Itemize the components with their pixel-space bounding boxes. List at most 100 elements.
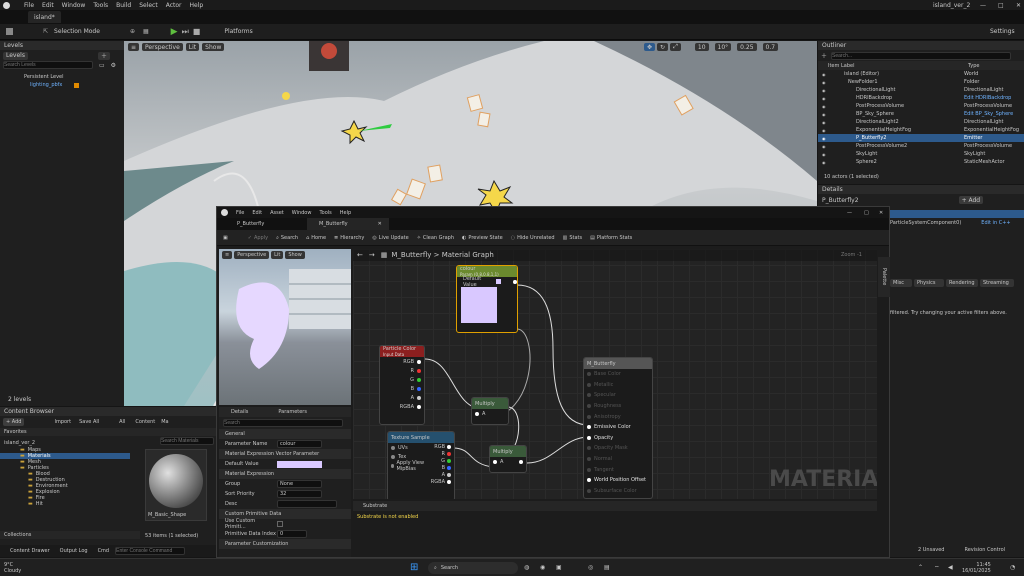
component-name[interactable]: ParticleSystemComponent0): [890, 220, 961, 226]
filter-rendering[interactable]: Rendering: [946, 279, 978, 287]
gear-icon[interactable]: ⚙: [111, 62, 116, 69]
cb-path-content[interactable]: Content: [135, 419, 155, 425]
substrate-tab[interactable]: Substrate: [363, 503, 387, 509]
mat-toolbar-preview-state-button[interactable]: ◐ Preview State: [462, 235, 503, 241]
pin-mult2-a[interactable]: [493, 459, 497, 464]
preview-show[interactable]: Show: [285, 251, 305, 259]
outliner-row[interactable]: ◉ ExponentialHeightFog ExponentialHeightFo…: [818, 126, 1024, 134]
mat-menu-file[interactable]: File: [236, 210, 244, 216]
close-icon[interactable]: ✕: [1016, 2, 1021, 9]
palette-tab[interactable]: Palette: [878, 257, 890, 297]
mat-menu-window[interactable]: Window: [292, 210, 312, 216]
blueprint-icon[interactable]: ▦: [143, 28, 149, 35]
mat-menu-help[interactable]: Help: [340, 210, 351, 216]
tex-in-pin-dot[interactable]: [391, 454, 395, 459]
mat-maximize-icon[interactable]: □: [864, 210, 869, 216]
node-particle-color[interactable]: Particle Color Input Data RGB R G B A RGBA: [379, 345, 425, 425]
app-icon-3[interactable]: ▣: [556, 564, 562, 571]
section-mat-expression[interactable]: Material Expression: [219, 469, 351, 479]
result-pin-dot[interactable]: [587, 435, 591, 440]
mat-toolbar-stats-button[interactable]: ▥ Stats: [563, 235, 583, 241]
outliner-row[interactable]: ◉ DirectionalLight DirectionalLight: [818, 86, 1024, 94]
tex-out-pin-dot[interactable]: [447, 465, 451, 470]
mat-save-icon[interactable]: ▣: [223, 235, 228, 241]
section-general[interactable]: General: [219, 429, 351, 439]
tex-out-pin-dot[interactable]: [447, 444, 451, 449]
menu-tools[interactable]: Tools: [93, 2, 108, 9]
revision-control[interactable]: Revision Control: [964, 547, 1005, 553]
particle-pin-dot[interactable]: [417, 386, 421, 391]
network-icon[interactable]: ⌔: [934, 564, 940, 572]
rotate-icon[interactable]: ↻: [657, 43, 669, 51]
menu-build[interactable]: Build: [116, 2, 131, 9]
tex-out-pin-dot[interactable]: [447, 451, 451, 456]
prim-index-input[interactable]: 0: [277, 530, 307, 538]
cam-speed-value[interactable]: 0.7: [762, 43, 779, 51]
visibility-eye-icon[interactable]: ◉: [822, 136, 836, 141]
visibility-eye-icon[interactable]: ◉: [822, 144, 836, 149]
particle-pin-dot[interactable]: [417, 404, 421, 409]
cb-path-all[interactable]: All: [119, 419, 125, 425]
select-mode-icon[interactable]: ⇱: [43, 28, 48, 35]
visibility-eye-icon[interactable]: ◉: [822, 72, 836, 77]
outliner-row[interactable]: ◉ NewFolder1 Folder: [818, 78, 1024, 86]
volume-icon[interactable]: ◀: [948, 564, 953, 571]
asset-thumbnail[interactable]: M_Basic_Shape: [145, 449, 207, 521]
mat-toolbar-platform-stats-button[interactable]: ▤ Platform Stats: [590, 235, 632, 241]
outliner-row[interactable]: ◉ P_Butterfly2 Emitter: [818, 134, 1024, 142]
weather-widget[interactable]: 9°C Cloudy: [4, 562, 21, 574]
play-icon[interactable]: ▶: [171, 27, 178, 37]
tab-p-butterfly[interactable]: P_Butterfly: [237, 221, 307, 227]
tex-out-pin-dot[interactable]: [447, 479, 451, 484]
cb-collections[interactable]: Collections: [0, 531, 140, 539]
node-multiply-1[interactable]: Multiply A: [471, 397, 509, 425]
outliner-tab[interactable]: Outliner: [818, 41, 1024, 50]
outliner-row[interactable]: ◉ PostProcessVolume2 PostProcessVolume: [818, 142, 1024, 150]
clock[interactable]: 11:45 16/01/2025: [962, 562, 991, 574]
lit-button[interactable]: Lit: [185, 43, 200, 51]
unreal-taskbar-icon[interactable]: ◎: [588, 564, 593, 571]
mat-close-icon[interactable]: ✕: [879, 210, 883, 216]
mat-details-tab[interactable]: Details: [231, 409, 248, 415]
details-add-button[interactable]: + Add: [958, 196, 984, 204]
menu-window[interactable]: Window: [62, 2, 86, 9]
visibility-eye-icon[interactable]: ◉: [822, 96, 836, 101]
section-param-custom[interactable]: Parameter Customization: [219, 539, 351, 549]
tex-out-pin-dot[interactable]: [447, 458, 451, 463]
levels-button[interactable]: Levels: [3, 51, 28, 60]
mat-details-search[interactable]: [223, 419, 343, 427]
visibility-eye-icon[interactable]: ◉: [822, 80, 836, 85]
menu-select[interactable]: Select: [139, 2, 158, 9]
perspective-button[interactable]: Perspective: [142, 43, 183, 51]
section-vector-param[interactable]: Material Expression Vector Parameter: [219, 449, 351, 459]
outliner-row[interactable]: ◉ DirectionalLight2 DirectionalLight: [818, 118, 1024, 126]
outliner-row[interactable]: ◉ SkyLight SkyLight: [818, 150, 1024, 158]
outliner-row[interactable]: ◉ HDRIBackdrop Edit HDRIBackdrop: [818, 94, 1024, 102]
system-tray-icon[interactable]: ⌃: [918, 564, 923, 571]
show-button[interactable]: Show: [202, 43, 225, 51]
folder-icon[interactable]: ▭: [99, 62, 105, 69]
mat-menu-tools[interactable]: Tools: [319, 210, 331, 216]
particle-pin-dot[interactable]: [417, 368, 421, 373]
visibility-eye-icon[interactable]: ◉: [822, 120, 836, 125]
notification-icon[interactable]: ◔: [1010, 564, 1015, 571]
content-browser-tab[interactable]: Content Browser: [0, 407, 216, 416]
result-pin-dot[interactable]: [587, 382, 591, 387]
windows-start-icon[interactable]: ⊞: [410, 562, 418, 573]
app-icon-2[interactable]: ◉: [540, 564, 545, 571]
cb-search-input[interactable]: [160, 437, 214, 445]
particle-pin-dot[interactable]: [417, 377, 421, 382]
result-pin-dot[interactable]: [587, 414, 591, 419]
result-pin-dot[interactable]: [587, 404, 591, 409]
menu-edit[interactable]: Edit: [42, 2, 54, 9]
output-log-button[interactable]: Output Log: [60, 548, 88, 554]
outliner-row[interactable]: ◉ BP_Sky_Sphere Edit BP_Sky_Sphere: [818, 110, 1024, 118]
preview-menu-icon[interactable]: ≡: [222, 251, 233, 259]
result-pin-dot[interactable]: [587, 372, 591, 377]
outliner-search-input[interactable]: [831, 51, 1012, 60]
filter-misc[interactable]: Misc: [890, 279, 912, 287]
result-pin-dot[interactable]: [587, 488, 591, 493]
settings-button[interactable]: Settings: [990, 28, 1015, 35]
visibility-eye-icon[interactable]: ◉: [822, 112, 836, 117]
pin-mult2-out[interactable]: [519, 459, 524, 464]
